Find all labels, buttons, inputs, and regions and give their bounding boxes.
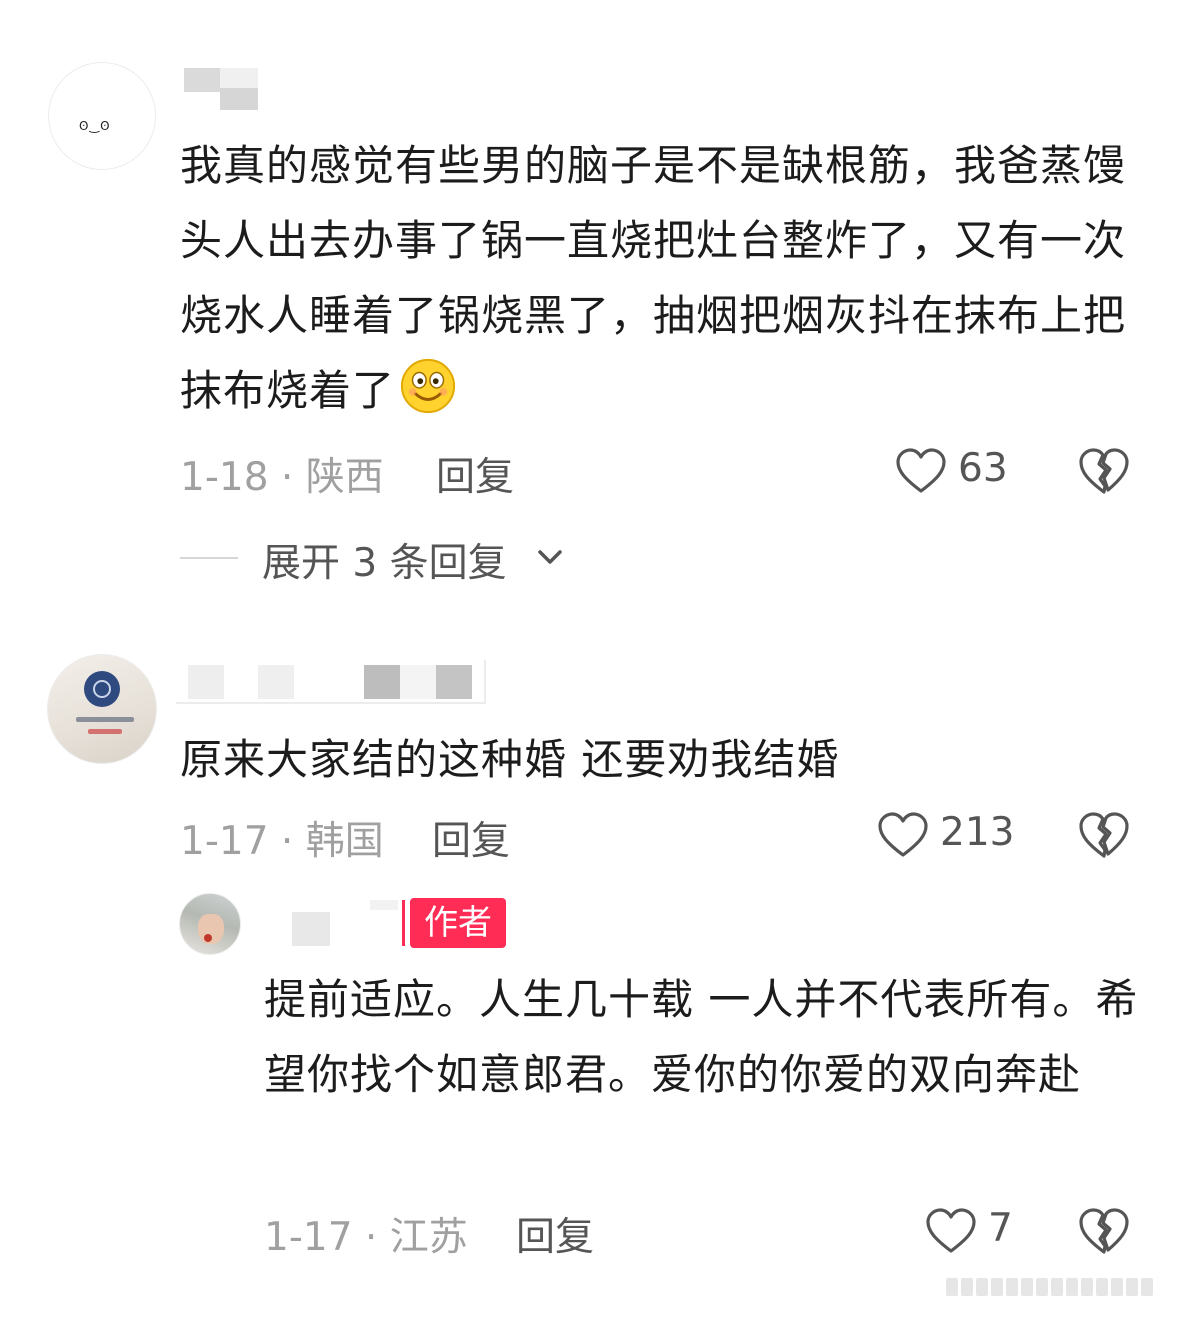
avatar-face-icon: ʘ‿ʘ [79,119,111,133]
like-heart-icon[interactable] [895,447,947,495]
avatar[interactable]: ʘ‿ʘ [48,62,156,170]
like-heart-icon[interactable] [877,811,929,859]
like-count: 7 [988,1206,1013,1251]
username-redacted [436,665,472,699]
reply-button[interactable]: 回复 [436,446,514,502]
username-redacted [184,68,220,92]
school-logo-icon [84,671,120,707]
reply-text: 提前适应。人生几十载 一人并不代表所有。希望你找个如意郎君。爱你的你爱的双向奔赴 [264,975,1139,1099]
username-redacted [188,665,224,699]
dislike-broken-heart-icon[interactable] [1078,1206,1130,1256]
comment-meta: 1-17 · 韩国 [180,810,384,866]
reply-button[interactable]: 回复 [432,810,510,866]
watermark [946,1278,1168,1300]
username-redacted [364,665,400,699]
author-tag: 作者 [410,898,506,948]
username-divider [176,702,486,704]
author-tag-divider [402,900,405,946]
avatar-decoration [76,717,134,722]
avatar[interactable] [179,893,241,955]
avatar-decoration [204,934,212,942]
reply-location: 江苏 [389,1215,468,1260]
like-count: 213 [940,810,1015,855]
meta-dot: · [268,819,306,864]
comment-text: 我真的感觉有些男的脑子是不是缺根筋，我爸蒸馒头人出去办事了锅一直烧把灶台整炸了，… [180,141,1127,415]
username-redacted [370,900,398,910]
username-redacted [400,665,436,699]
like-heart-icon[interactable] [925,1207,977,1255]
reply-meta: 1-17 · 江苏 [264,1206,468,1262]
avatar[interactable] [47,654,157,764]
username-redacted [292,912,330,946]
avatar-decoration [88,729,122,734]
comment-location: 韩国 [305,819,384,864]
chevron-down-icon[interactable] [536,546,564,568]
dislike-broken-heart-icon[interactable] [1078,810,1130,860]
username-redacted [220,88,258,110]
comment-text: 原来大家结的这种婚 还要劝我结婚 [180,735,840,784]
comment-meta: 1-18 · 陕西 [180,446,384,502]
smile-emoji-icon [400,358,456,414]
comment-date: 1-17 [180,819,269,864]
comment-date: 1-18 [180,455,269,500]
expand-divider [180,557,238,559]
meta-dot: · [268,455,306,500]
expand-replies-button[interactable]: 展开 3 条回复 [262,532,507,588]
comment-location: 陕西 [305,455,384,500]
username-divider [484,660,486,704]
like-count: 63 [958,446,1008,491]
reply-date: 1-17 [264,1215,353,1260]
meta-dot: · [352,1215,390,1260]
reply-button[interactable]: 回复 [516,1206,594,1262]
dislike-broken-heart-icon[interactable] [1078,446,1130,496]
username-redacted [258,665,294,699]
